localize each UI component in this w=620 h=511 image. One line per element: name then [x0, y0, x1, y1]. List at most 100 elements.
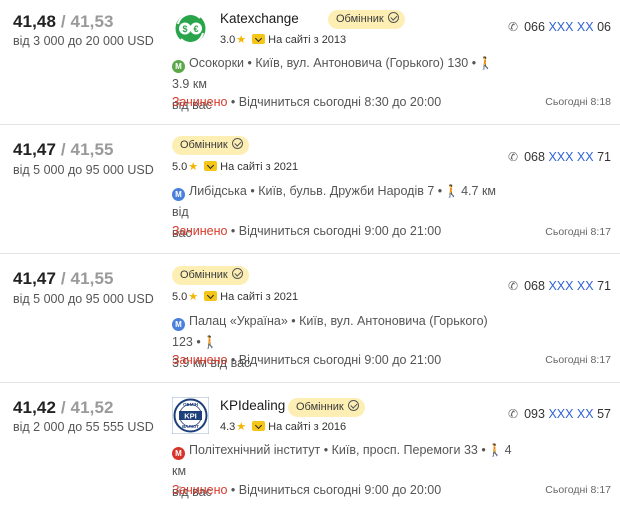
- phone-icon: ✆: [508, 407, 519, 421]
- rates: 41,47 / 41,55: [13, 269, 114, 289]
- rate-separator: /: [56, 140, 71, 159]
- star-icon: ★: [188, 291, 199, 303]
- offer-card[interactable]: 41,47 / 41,55 від 5 000 до 95 000 USD Об…: [0, 125, 620, 254]
- rating-value: 5.0: [172, 291, 188, 303]
- verified-check-icon: [231, 138, 243, 149]
- buy-rate: 41,47: [13, 140, 57, 159]
- badge-label: Обмінник: [296, 401, 344, 413]
- sell-rate: 41,53: [70, 12, 114, 31]
- on-site-badge-icon: [252, 34, 266, 44]
- opening-hours: • Відчиниться сьогодні 9:00 до 21:00: [227, 224, 442, 238]
- rate-separator: /: [56, 269, 71, 288]
- show-phone-link[interactable]: XXX XX: [548, 20, 593, 34]
- phone-prefix: 093: [524, 407, 545, 421]
- phone-prefix: 068: [524, 150, 545, 164]
- exchanger-name[interactable]: Katexchange: [220, 11, 299, 26]
- phone-suffix: 71: [597, 279, 611, 293]
- phone-icon: ✆: [508, 279, 519, 293]
- metro-green-icon: M: [172, 60, 185, 73]
- address-text: Осокорки • Київ, вул. Антоновича (Горько…: [189, 56, 477, 70]
- rates: 41,47 / 41,55: [13, 140, 114, 160]
- metro-blue-icon: M: [172, 318, 185, 331]
- on-site-badge-icon: [204, 291, 218, 301]
- exchanger-name[interactable]: KPIdealing: [220, 398, 285, 413]
- opening-hours: • Відчиниться сьогодні 9:00 до 21:00: [227, 353, 442, 367]
- euro-glyph: €: [193, 24, 198, 34]
- opening-status: Зачинено • Відчиниться сьогодні 9:00 до …: [172, 483, 441, 497]
- verified-check-icon: [347, 400, 359, 411]
- currency-exchange-logo: $ €: [172, 10, 209, 47]
- phone[interactable]: ✆ 068 XXX XX 71: [508, 279, 611, 293]
- exchanger-badge: Обмінник: [288, 398, 365, 417]
- rating-row: 4.3★ На сайті з 2016: [220, 420, 346, 433]
- opening-status: Зачинено • Відчиниться сьогодні 9:00 до …: [172, 353, 441, 367]
- buy-rate: 41,47: [13, 269, 57, 288]
- walking-icon: 🚶: [444, 184, 460, 198]
- address-text: Палац «Україна» • Київ, вул. Антоновича …: [172, 314, 488, 349]
- sell-rate: 41,52: [70, 398, 114, 417]
- rating-value: 5.0: [172, 161, 188, 173]
- phone[interactable]: ✆ 066 XXX XX 06: [508, 20, 611, 34]
- opening-hours: • Відчиниться сьогодні 8:30 до 20:00: [227, 95, 442, 109]
- phone[interactable]: ✆ 068 XXX XX 71: [508, 150, 611, 164]
- closed-label: Зачинено: [172, 353, 228, 367]
- rating-row: 5.0★ На сайті з 2021: [172, 290, 298, 303]
- katexchange-logo[interactable]: $ €: [172, 10, 209, 47]
- walking-icon: 🚶: [478, 56, 494, 70]
- show-phone-link[interactable]: XXX XX: [548, 150, 593, 164]
- sell-rate: 41,55: [70, 269, 114, 288]
- rating-row: 5.0★ На сайті з 2021: [172, 160, 298, 173]
- star-icon: ★: [236, 421, 247, 433]
- buy-rate: 41,48: [13, 12, 57, 31]
- badge-label: Обмінник: [336, 13, 384, 25]
- exchanger-badge: Обмінник: [328, 10, 405, 29]
- phone-icon: ✆: [508, 150, 519, 164]
- logo-mid-text: KPI: [184, 412, 197, 421]
- star-icon: ★: [236, 34, 247, 46]
- amount-range: від 5 000 до 95 000 USD: [13, 292, 154, 306]
- on-site-since: На сайті з 2013: [268, 34, 347, 46]
- show-phone-link[interactable]: XXX XX: [548, 407, 593, 421]
- dollar-glyph: $: [182, 24, 187, 34]
- on-site-badge-icon: [252, 421, 266, 431]
- rates: 41,48 / 41,53: [13, 12, 114, 32]
- exchange-offers-list: 41,48 / 41,53 від 3 000 до 20 000 USD $ …: [0, 0, 620, 511]
- show-phone-link[interactable]: XXX XX: [548, 279, 593, 293]
- rating-row: 3.0★ На сайті з 2013: [220, 33, 346, 46]
- on-site-since: На сайті з 2021: [220, 161, 299, 173]
- rates: 41,42 / 41,52: [13, 398, 114, 418]
- kpidealing-logo[interactable]: ОБМІН KPI ВАЛЮТ: [171, 396, 210, 435]
- kpi-logo: ОБМІН KPI ВАЛЮТ: [171, 396, 210, 435]
- metro-red-icon: M: [172, 447, 185, 460]
- address-text: Либідська • Київ, бульв. Дружби Народів …: [189, 184, 443, 198]
- offer-card[interactable]: 41,47 / 41,55 від 5 000 до 95 000 USD Об…: [0, 254, 620, 383]
- distance: 3.9 км: [172, 77, 207, 91]
- phone[interactable]: ✆ 093 XXX XX 57: [508, 407, 611, 421]
- verified-check-icon: [231, 268, 243, 279]
- updated-time: Сьогодні 8:17: [545, 484, 611, 496]
- opening-status: Зачинено • Відчиниться сьогодні 9:00 до …: [172, 224, 441, 238]
- amount-range: від 5 000 до 95 000 USD: [13, 163, 154, 177]
- phone-suffix: 57: [597, 407, 611, 421]
- offer-card[interactable]: 41,48 / 41,53 від 3 000 до 20 000 USD $ …: [0, 0, 620, 125]
- exchanger-badge: Обмінник: [172, 136, 249, 155]
- rate-separator: /: [56, 12, 71, 31]
- rating-value: 4.3: [220, 421, 236, 433]
- opening-status: Зачинено • Відчиниться сьогодні 8:30 до …: [172, 95, 441, 109]
- on-site-badge-icon: [204, 161, 218, 171]
- badge-label: Обмінник: [180, 139, 228, 151]
- closed-label: Зачинено: [172, 224, 228, 238]
- updated-time: Сьогодні 8:18: [545, 96, 611, 108]
- updated-time: Сьогодні 8:17: [545, 354, 611, 366]
- offer-card[interactable]: 41,42 / 41,52 від 2 000 до 55 555 USD ОБ…: [0, 383, 620, 511]
- phone-prefix: 066: [524, 20, 545, 34]
- on-site-since: На сайті з 2016: [268, 421, 347, 433]
- walking-icon: 🚶: [202, 335, 218, 349]
- phone-icon: ✆: [508, 20, 519, 34]
- exchanger-badge: Обмінник: [172, 266, 249, 285]
- address-text: Політехнічний інститут • Київ, просп. Пе…: [189, 443, 486, 457]
- star-icon: ★: [188, 161, 199, 173]
- phone-prefix: 068: [524, 279, 545, 293]
- amount-range: від 3 000 до 20 000 USD: [13, 34, 154, 48]
- rate-separator: /: [56, 398, 71, 417]
